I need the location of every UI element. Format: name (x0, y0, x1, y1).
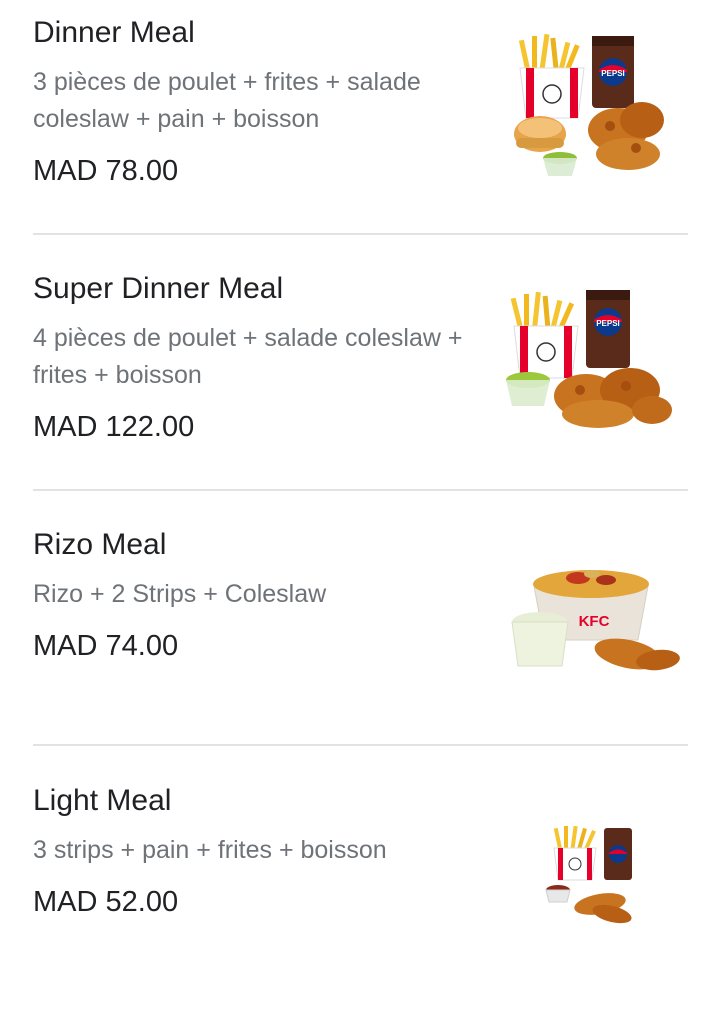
divider (33, 744, 688, 746)
menu-item-description: 3 strips + pain + frites + boisson (33, 836, 387, 864)
rizo-meal-photo: KFC (511, 570, 680, 671)
menu-item-name: Super Dinner Meal (33, 272, 284, 305)
menu-item-super-dinner-meal[interactable]: Super Dinner Meal 4 pièces de poulet + s… (0, 256, 706, 512)
menu-item-description: 4 pièces de poulet + salade coleslaw + f… (33, 324, 463, 389)
menu-item-description: 3 pièces de poulet + frites + salade col… (33, 68, 421, 133)
menu-item-text: Super Dinner Meal 4 pièces de poulet + s… (33, 270, 473, 446)
divider (33, 233, 688, 235)
divider (33, 489, 688, 491)
brand-logo-text: KFC (579, 613, 610, 630)
super-dinner-meal-photo: PEPSI (506, 290, 672, 428)
menu-item-light-meal[interactable]: Light Meal 3 strips + pain + frites + bo… (0, 768, 706, 1024)
menu-item-text: Rizo Meal Rizo + 2 Strips + Coleslaw MAD… (33, 526, 473, 665)
menu-item-text: Dinner Meal 3 pièces de poulet + frites … (33, 14, 473, 190)
menu-item-name: Rizo Meal (33, 528, 167, 561)
menu-item-description: Rizo + 2 Strips + Coleslaw (33, 580, 327, 608)
drink-logo-text: PEPSI (601, 69, 625, 78)
dinner-meal-photo: PEPSI (514, 33, 664, 176)
menu-item-price: MAD 78.00 (33, 155, 179, 187)
menu-item-name: Light Meal (33, 784, 172, 817)
menu-item-rizo-meal[interactable]: Rizo Meal Rizo + 2 Strips + Coleslaw MAD… (0, 512, 706, 768)
menu-item-price: MAD 52.00 (33, 886, 179, 918)
menu-item-name: Dinner Meal (33, 16, 195, 49)
drink-logo-text: PEPSI (596, 319, 620, 328)
menu-item-dinner-meal[interactable]: Dinner Meal 3 pièces de poulet + frites … (0, 0, 706, 256)
menu-item-price: MAD 122.00 (33, 411, 195, 443)
light-meal-photo (545, 825, 632, 924)
menu-item-text: Light Meal 3 strips + pain + frites + bo… (33, 782, 473, 921)
menu-item-price: MAD 74.00 (33, 630, 179, 662)
